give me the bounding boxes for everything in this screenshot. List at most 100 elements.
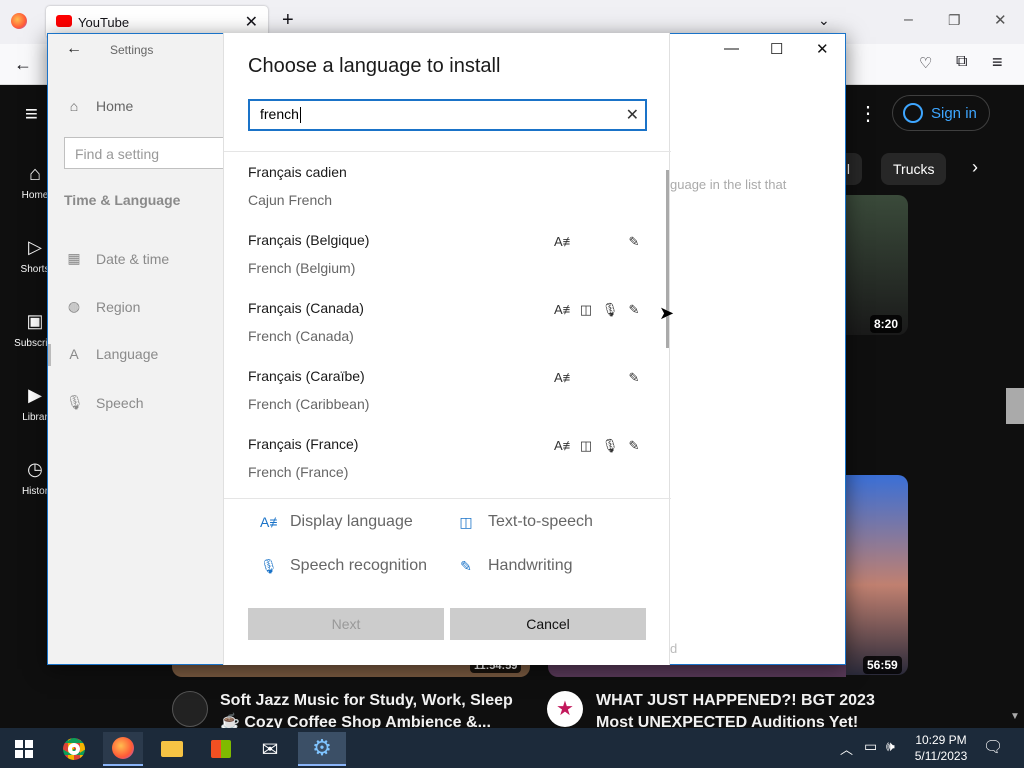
language-list: Français cadien Cajun French Français (B… <box>224 151 671 499</box>
list-item[interactable]: Français cadien Cajun French <box>248 152 648 220</box>
chevron-right-icon[interactable]: › <box>972 157 978 178</box>
file-explorer-app[interactable] <box>152 732 192 766</box>
youtube-logo-icon <box>56 15 72 27</box>
volume-icon[interactable]: 🕪 <box>886 738 895 755</box>
firefox-icon[interactable] <box>11 13 27 29</box>
sign-in-label: Sign in <box>931 104 977 122</box>
video-thumbnail[interactable] <box>548 665 846 677</box>
sidebar-item-date-time[interactable]: ▦ Date & time <box>66 250 169 267</box>
display-language-icon: A≢ <box>554 370 576 385</box>
legend-label: Speech recognition <box>290 557 427 574</box>
tab-list-chevron-icon[interactable]: ⌄ <box>818 12 830 29</box>
mail-app[interactable]: ✉ <box>250 732 290 766</box>
duration-badge: 8:20 <box>870 315 903 333</box>
sidebar-item-language[interactable]: A Language <box>66 346 158 362</box>
channel-avatar[interactable]: ★ <box>547 691 583 727</box>
handwriting-icon: ✎ <box>628 370 640 385</box>
handwriting-icon: ✎ <box>628 438 640 453</box>
language-native-name: Français (Caraïbe) <box>248 368 365 384</box>
chevron-up-icon[interactable]: ︿ <box>840 739 853 758</box>
gear-icon: ⚙ <box>312 735 332 760</box>
tab-close-icon[interactable]: ✕ <box>245 12 258 32</box>
handwriting-icon: ✎ <box>460 557 472 574</box>
list-item[interactable]: Français (France) French (France) A≢ ◫ 🎙… <box>248 424 648 492</box>
mouse-cursor-icon: ➤ <box>659 303 675 323</box>
store-icon <box>211 740 231 758</box>
minimize-button[interactable]: — <box>724 40 739 57</box>
restore-button[interactable]: ❐ <box>948 12 961 29</box>
legend-label: Display language <box>290 513 413 530</box>
content-hint-text: guage in the list that <box>670 177 787 192</box>
selected-indicator <box>48 344 51 366</box>
close-window-button[interactable]: ✕ <box>994 11 1007 29</box>
cancel-button[interactable]: Cancel <box>450 608 646 640</box>
list-item[interactable]: Français (Belgique) French (Belgium) A≢ … <box>248 220 648 288</box>
legend-label: Text-to-speech <box>488 513 593 530</box>
settings-title: Settings <box>110 43 154 57</box>
speech-recognition-icon: 🎙 <box>601 302 619 317</box>
menu-icon[interactable]: ≡ <box>992 52 1003 73</box>
calendar-icon: ▦ <box>67 250 81 266</box>
next-button[interactable]: Next <box>248 608 444 640</box>
more-options-icon[interactable]: ⋮ <box>858 101 878 126</box>
scroll-down-arrow-icon[interactable]: ▼ <box>1010 711 1020 722</box>
text-to-speech-icon: ◫ <box>579 438 593 453</box>
video-thumbnail[interactable] <box>846 475 908 675</box>
firefox-icon <box>112 737 134 759</box>
firefox-app[interactable] <box>103 732 143 766</box>
home-icon: ⌂ <box>69 98 79 114</box>
handwriting-icon: ✎ <box>628 234 640 249</box>
network-icon[interactable]: ▭ <box>864 738 877 755</box>
language-native-name: Français (France) <box>248 436 359 452</box>
chip-trucks[interactable]: Trucks <box>881 153 947 185</box>
language-english-name: French (Belgium) <box>248 260 356 276</box>
maximize-button[interactable]: ☐ <box>770 40 783 58</box>
start-button[interactable] <box>4 732 44 766</box>
language-english-name: Cajun French <box>248 192 333 208</box>
video-title[interactable]: Soft Jazz Music for Study, Work, Sleep ☕… <box>220 690 520 730</box>
video-title-line: Soft Jazz Music for Study, Work, Sleep <box>220 692 513 709</box>
video-title-line: WHAT JUST HAPPENED?! BGT 2023 <box>596 692 875 709</box>
close-button[interactable]: ✕ <box>816 40 829 58</box>
find-setting-input[interactable]: Find a setting <box>64 137 226 169</box>
store-app[interactable] <box>201 732 241 766</box>
video-thumbnail[interactable] <box>846 195 908 335</box>
new-tab-button[interactable]: + <box>282 9 294 32</box>
pocket-icon[interactable]: ♡ <box>919 54 932 72</box>
sidebar-item-label: Language <box>96 346 159 362</box>
sidebar-item-label: Home <box>96 98 134 114</box>
channel-avatar[interactable] <box>172 691 208 727</box>
text-to-speech-icon: ◫ <box>459 513 473 530</box>
minimize-button[interactable]: – <box>904 11 913 29</box>
list-item[interactable]: Français (Caraïbe) French (Caribbean) A≢… <box>248 356 648 424</box>
sidebar-item-home[interactable]: ⌂ Home <box>66 98 134 114</box>
sign-in-button[interactable]: Sign in <box>892 95 990 131</box>
back-arrow-icon[interactable]: ← <box>14 54 32 75</box>
text-to-speech-icon: ◫ <box>579 302 593 317</box>
globe-icon: ◍ <box>67 298 81 314</box>
list-item[interactable]: Français (Canada) French (Canada) A≢ ◫ 🎙… <box>248 288 648 356</box>
clock[interactable]: 10:29 PM 5/11/2023 <box>910 732 972 764</box>
sidebar-item-region[interactable]: ◍ Region <box>66 298 140 315</box>
sidebar-item-label: Region <box>96 298 141 315</box>
page-scrollbar-thumb[interactable] <box>1006 388 1024 424</box>
sidebar-item-speech[interactable]: 🎙 Speech <box>66 394 143 411</box>
search-value: french <box>260 106 299 122</box>
windows-logo-icon <box>15 740 33 758</box>
video-title[interactable]: WHAT JUST HAPPENED?! BGT 2023 Most UNEXP… <box>596 690 896 730</box>
notification-icon[interactable]: 🗨 <box>983 737 1003 757</box>
chrome-app[interactable] <box>54 732 94 766</box>
clear-search-icon[interactable]: ✕ <box>626 105 639 125</box>
clock-time: 10:29 PM <box>915 733 967 747</box>
language-icon: A <box>69 346 79 362</box>
language-native-name: Français cadien <box>248 164 347 180</box>
extensions-icon[interactable]: ⧉ <box>956 53 967 71</box>
microphone-icon: 🎙 <box>66 394 84 410</box>
back-arrow-icon[interactable]: ← <box>66 40 82 58</box>
hamburger-menu-icon[interactable]: ≡ <box>25 101 38 127</box>
settings-app[interactable]: ⚙ <box>298 732 346 766</box>
dialog-title: Choose a language to install <box>248 55 501 77</box>
display-language-icon: A≢ <box>554 438 576 453</box>
language-search-input[interactable]: french ✕ <box>248 99 647 131</box>
clock-date: 5/11/2023 <box>914 749 968 763</box>
